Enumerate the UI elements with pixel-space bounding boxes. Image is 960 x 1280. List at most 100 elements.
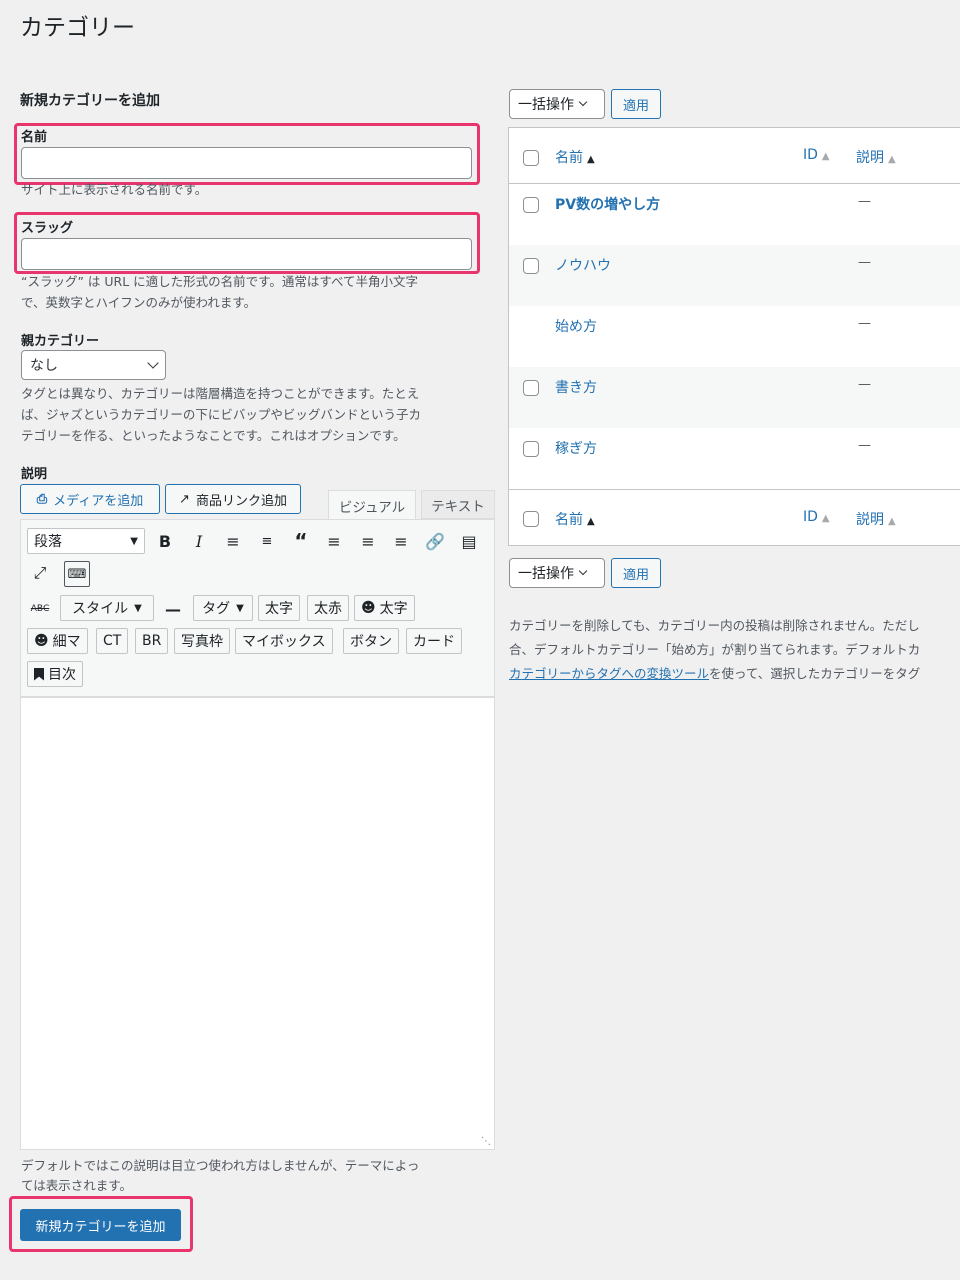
bulk-action-select-bottom[interactable]: 一括操作 xyxy=(509,558,605,588)
category-name-link[interactable]: 書き方 xyxy=(555,377,597,397)
category-note: カテゴリーを削除しても、カテゴリー内の投稿は削除されません。ただし 合、デフォル… xyxy=(509,614,960,686)
add-media-button[interactable]: ⎙ メディアを追加 xyxy=(20,484,160,514)
parent-help-line-3: テゴリーを作る、といったようなことです。これはオプションです。 xyxy=(21,428,406,443)
caret-down-icon: ▼ xyxy=(130,535,138,547)
quicktag-thin-marker[interactable]: ☻ 細マ xyxy=(27,628,88,654)
link-icon[interactable]: 🔗 xyxy=(423,529,447,553)
category-description: — xyxy=(858,255,871,270)
col-desc-header[interactable]: 説明 ▲ xyxy=(856,147,896,167)
quicktag-bold-icon-label: 太字 xyxy=(379,601,408,617)
category-name-link[interactable]: ノウハウ xyxy=(555,255,611,275)
italic-icon[interactable]: I xyxy=(187,529,211,553)
table-row: 稼ぎ方 — xyxy=(509,428,960,489)
quicktag-bold-red[interactable]: 太赤 xyxy=(307,595,349,621)
col-id-header[interactable]: ID ▲ xyxy=(803,147,830,163)
horizontal-rule-icon[interactable]: — xyxy=(161,597,185,621)
category-name-link[interactable]: PV数の増やし方 xyxy=(555,194,660,214)
toolbar-toggle-icon[interactable]: ⌨ xyxy=(64,561,90,587)
media-icon: ⎙ xyxy=(36,491,48,507)
description-editor[interactable] xyxy=(20,697,495,1150)
category-description: — xyxy=(858,316,871,331)
resize-handle-icon[interactable]: ⋱ xyxy=(481,1136,491,1147)
tag-converter-link[interactable]: カテゴリーからタグへの変換ツール xyxy=(509,666,709,681)
quicktag-bold[interactable]: 太字 xyxy=(258,595,300,621)
name-help: サイト上に表示される名前です。 xyxy=(21,182,208,197)
bullet-list-icon[interactable]: ≡ xyxy=(221,529,245,553)
name-input[interactable] xyxy=(21,147,472,179)
slug-input[interactable] xyxy=(21,238,472,270)
add-category-submit-button[interactable]: 新規カテゴリーを追加 xyxy=(20,1209,181,1241)
user-circle-icon: ☻ xyxy=(361,600,376,616)
share-icon: ↗ xyxy=(179,491,190,507)
col-desc-label: 説明 xyxy=(856,512,884,528)
select-all-checkbox-footer[interactable] xyxy=(523,511,539,527)
col-desc-footer[interactable]: 説明 ▲ xyxy=(856,509,896,529)
apply-button-top[interactable]: 適用 xyxy=(611,89,661,119)
col-desc-label: 説明 xyxy=(856,150,884,166)
table-row: 書き方 — xyxy=(509,367,960,428)
tag-select-label: タグ xyxy=(202,601,231,617)
parent-select[interactable]: なし xyxy=(21,350,166,380)
chevron-down-icon xyxy=(578,566,588,576)
strikethrough-icon[interactable]: ABC xyxy=(28,597,52,621)
col-id-label: ID xyxy=(803,509,818,525)
fullscreen-icon[interactable]: ⤢ xyxy=(28,561,52,585)
align-right-icon[interactable]: ≡ xyxy=(389,529,413,553)
quicktag-br[interactable]: BR xyxy=(135,628,169,654)
numbered-list-icon[interactable]: ≡ xyxy=(255,529,279,553)
slug-help-line-2: で、英数字とハイフンのみが使われます。 xyxy=(21,295,257,310)
quicktag-ct[interactable]: CT xyxy=(96,628,129,654)
chevron-down-icon xyxy=(147,357,159,369)
format-select[interactable]: 段落 ▼ xyxy=(27,528,145,554)
style-select[interactable]: スタイル ▼ xyxy=(60,595,154,621)
bulk-action-select-top[interactable]: 一括操作 xyxy=(509,89,605,119)
bold-icon[interactable]: B xyxy=(153,529,177,553)
quicktag-button[interactable]: ボタン xyxy=(343,628,399,654)
table-row: ノウハウ — xyxy=(509,245,960,306)
user-circle-icon: ☻ xyxy=(34,633,49,649)
col-name-header[interactable]: 名前 ▲ xyxy=(555,147,595,167)
table-header: 名前 ▲ ID ▲ 説明 ▲ xyxy=(509,128,960,184)
apply-button-bottom[interactable]: 適用 xyxy=(611,558,661,588)
quicktag-thin-marker-label: 細マ xyxy=(52,634,81,650)
row-checkbox[interactable] xyxy=(523,380,539,396)
select-all-checkbox[interactable] xyxy=(523,150,539,166)
product-link-button[interactable]: ↗ 商品リンク追加 xyxy=(165,484,301,514)
description-help-line-1: デフォルトではこの説明は目立つ使われ方はしませんが、テーマによっ xyxy=(21,1158,420,1173)
blockquote-icon[interactable]: “ xyxy=(289,529,313,553)
quicktag-card[interactable]: カード xyxy=(406,628,462,654)
col-id-footer[interactable]: ID ▲ xyxy=(803,509,830,525)
name-label: 名前 xyxy=(21,130,48,145)
quicktag-toc[interactable]: 目次 xyxy=(27,661,83,687)
col-name-footer[interactable]: 名前 ▲ xyxy=(555,509,595,529)
product-link-label: 商品リンク追加 xyxy=(195,493,287,509)
row-checkbox[interactable] xyxy=(523,197,539,213)
quicktag-my-box[interactable]: マイボックス xyxy=(235,628,333,654)
editor-toolbar: 段落 ▼ B I ≡ ≡ “ ≡ ≡ ≡ 🔗 ▤ ⤢ ⌨ ABC スタイル ▼ … xyxy=(20,519,495,697)
tab-visual[interactable]: ビジュアル xyxy=(328,490,416,520)
table-row: PV数の増やし方 — xyxy=(509,184,960,245)
read-more-icon[interactable]: ▤ xyxy=(457,529,481,553)
category-name-link[interactable]: 始め方 xyxy=(555,316,597,336)
quicktag-bold-icon[interactable]: ☻ 太字 xyxy=(354,595,415,621)
align-left-icon[interactable]: ≡ xyxy=(322,529,346,553)
tab-text[interactable]: テキスト xyxy=(421,490,495,519)
page-title: カテゴリー xyxy=(20,15,135,41)
category-description: — xyxy=(858,438,871,453)
parent-select-value: なし xyxy=(30,358,58,374)
bulk-action-label: 一括操作 xyxy=(518,97,574,113)
quicktag-photo-frame[interactable]: 写真枠 xyxy=(174,628,230,654)
add-media-label: メディアを追加 xyxy=(53,493,144,509)
row-checkbox[interactable] xyxy=(523,441,539,457)
table-row: 始め方 — xyxy=(509,306,960,367)
sort-icon: ▲ xyxy=(821,151,830,162)
tag-select[interactable]: タグ ▼ xyxy=(193,595,253,621)
caret-down-icon: ▼ xyxy=(134,602,142,614)
category-description: — xyxy=(858,194,871,209)
align-center-icon[interactable]: ≡ xyxy=(356,529,380,553)
description-label: 説明 xyxy=(21,467,48,482)
caret-down-icon: ▼ xyxy=(236,602,244,614)
description-help-line-2: ては表示されます。 xyxy=(21,1178,133,1193)
row-checkbox[interactable] xyxy=(523,258,539,274)
category-name-link[interactable]: 稼ぎ方 xyxy=(555,438,597,458)
